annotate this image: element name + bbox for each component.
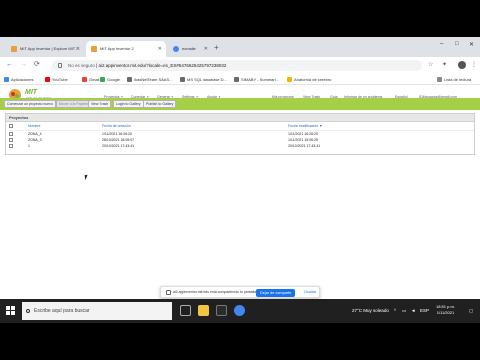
- bookmark-item[interactable]: SIMABY - Summari...: [234, 76, 279, 83]
- globe-favicon-icon: [173, 46, 179, 52]
- bookmark-page-icon: [180, 77, 185, 82]
- not-secure-label: No es seguro: [68, 63, 95, 68]
- address-bar[interactable]: No es seguro | ai2.appinventor.mit.edu/?…: [52, 60, 422, 71]
- browser-tab[interactable]: ecmaile ✕: [168, 41, 212, 57]
- notifications-icon[interactable]: ▢: [469, 308, 473, 314]
- chrome-icon[interactable]: [234, 305, 245, 316]
- gmail-icon: [82, 77, 87, 82]
- input-language[interactable]: ESP: [420, 308, 429, 313]
- select-all-checkbox[interactable]: [9, 124, 13, 128]
- mouse-cursor-icon: [84, 174, 89, 181]
- back-button[interactable]: ←: [6, 60, 13, 70]
- taskbar-clock[interactable]: 18:51 p.m. 1/11/2021: [436, 304, 455, 316]
- store-icon[interactable]: [216, 305, 227, 316]
- brand-mit: MIT: [25, 89, 38, 96]
- minimize-button[interactable]: –: [440, 41, 443, 47]
- windows-start-icon[interactable]: [6, 306, 16, 316]
- google-icon: [100, 77, 105, 82]
- file-explorer-icon[interactable]: [198, 305, 209, 316]
- browser-tab-active[interactable]: MIT App Inventor 2 ✕: [86, 41, 166, 57]
- windows-taskbar: Escribe aquí para buscar 27°C Muy solead…: [0, 299, 480, 323]
- bookmark-item[interactable]: YouTube: [45, 76, 68, 83]
- new-tab-button[interactable]: +: [214, 43, 219, 53]
- reload-button[interactable]: ⟳: [34, 60, 40, 70]
- created-date-cell: 20/10/2021 17:43:41: [102, 144, 135, 148]
- browser-tab-strip: MIT App Inventor | Explore MIT ... ✕ MIT…: [0, 37, 480, 57]
- projects-panel-title: Proyectos: [6, 114, 474, 122]
- close-tab-icon[interactable]: ✕: [204, 41, 208, 57]
- created-date-cell: 28/10/2021 18:05:07: [102, 138, 135, 142]
- row-checkbox[interactable]: [9, 132, 13, 136]
- close-window-button[interactable]: ✕: [469, 41, 474, 48]
- row-checkbox[interactable]: [9, 144, 13, 148]
- letterbox-top: [0, 0, 480, 37]
- reading-list-icon: [437, 77, 442, 82]
- close-tab-icon[interactable]: ✕: [76, 41, 80, 57]
- reading-list[interactable]: Lista de lectura: [437, 76, 471, 83]
- volume-icon[interactable]: ◄: [411, 308, 415, 313]
- hide-share-bar-button[interactable]: Ocultar: [304, 290, 316, 294]
- column-header-name[interactable]: Nombre: [28, 124, 40, 128]
- search-icon: [26, 309, 30, 313]
- task-view-icon[interactable]: [180, 305, 191, 316]
- taskbar-search-input[interactable]: Escribe aquí para buscar: [22, 302, 172, 320]
- network-icon[interactable]: ▭: [402, 308, 406, 314]
- apps-grid-icon: [4, 77, 9, 82]
- bookmark-page-icon: [234, 77, 239, 82]
- tray-arrow-icon[interactable]: ^: [394, 308, 396, 313]
- row-checkbox[interactable]: [9, 138, 13, 142]
- star-icon[interactable]: ☆: [428, 62, 433, 69]
- close-tab-icon[interactable]: ✕: [158, 41, 162, 57]
- view-trash-button[interactable]: View Trash: [88, 100, 112, 108]
- project-toolbar: Comenzar un proyecto nuevo Mover a la Pa…: [0, 98, 480, 110]
- project-name-cell[interactable]: ZONA_4: [28, 132, 42, 136]
- publish-gallery-button[interactable]: Publish to Gallery: [143, 100, 177, 108]
- bookmark-item[interactable]: Aplicaciones: [4, 76, 33, 83]
- column-header-modified[interactable]: Fecha modificación ▼: [288, 124, 323, 128]
- modified-date-cell: 20/10/2021 17:43:41: [288, 144, 321, 148]
- screen-share-message: ai2.appinventor.mit.edu está compartiend…: [173, 290, 258, 294]
- stop-sharing-button[interactable]: Dejar de compartir: [256, 289, 296, 297]
- screen-share-bar: ai2.appinventor.mit.edu está compartiend…: [160, 286, 320, 298]
- forward-button[interactable]: →: [20, 60, 27, 70]
- browser-tab[interactable]: MIT App Inventor | Explore MIT ... ✕: [6, 41, 84, 57]
- screen: MIT App Inventor | Explore MIT ... ✕ MIT…: [0, 37, 480, 323]
- weather-status[interactable]: 27°C Muy soleado: [352, 308, 389, 313]
- screen-share-icon: [166, 290, 171, 295]
- bookmark-page-icon: [127, 77, 132, 82]
- login-gallery-button[interactable]: Login to Gallery: [113, 100, 144, 108]
- letterbox-bottom: [0, 323, 480, 360]
- bookmark-item[interactable]: Gmail: [82, 76, 99, 83]
- modified-date-cell: 1/11/2021 16:26:20: [288, 132, 318, 136]
- bookmark-item[interactable]: MS SQL database D...: [180, 76, 227, 83]
- more-menu-icon[interactable]: ⋮: [471, 62, 477, 69]
- address-row: ← → ⟳ No es seguro | ai2.appinventor.mit…: [0, 57, 480, 74]
- bookmark-item[interactable]: IkasNetTeam SAAS...: [127, 76, 172, 83]
- bookmark-item[interactable]: Google: [100, 76, 120, 83]
- app-inventor-favicon-icon: [91, 46, 97, 52]
- project-name-cell[interactable]: ZONA_3: [28, 138, 42, 142]
- bookmark-item[interactable]: Anatomía de cerebro: [287, 76, 331, 83]
- youtube-icon: [45, 77, 50, 82]
- modified-date-cell: 1/11/2021 15:06:25: [288, 138, 318, 142]
- not-secure-icon: [58, 63, 62, 68]
- projects-panel: Proyectos Nombre Fecha de creación Fecha…: [5, 113, 475, 155]
- project-name-cell[interactable]: 1: [28, 144, 30, 148]
- new-project-button[interactable]: Comenzar un proyecto nuevo: [4, 100, 56, 108]
- url-text: ai2.appinventor.mit.edu/?locale=es_ES#54…: [98, 63, 227, 68]
- extensions-icon[interactable]: ✦: [442, 62, 447, 69]
- created-date-cell: 1/11/2021 16:26:20: [102, 132, 132, 136]
- divider: [8, 130, 474, 131]
- column-header-created[interactable]: Fecha de creación: [102, 124, 131, 128]
- maximize-button[interactable]: □: [455, 41, 459, 47]
- bookmarks-bar: Aplicaciones YouTube Gmail Google IkasNe…: [0, 74, 480, 85]
- profile-avatar[interactable]: [458, 61, 466, 69]
- app-inventor-favicon-icon: [11, 46, 17, 52]
- folder-icon: [287, 77, 292, 82]
